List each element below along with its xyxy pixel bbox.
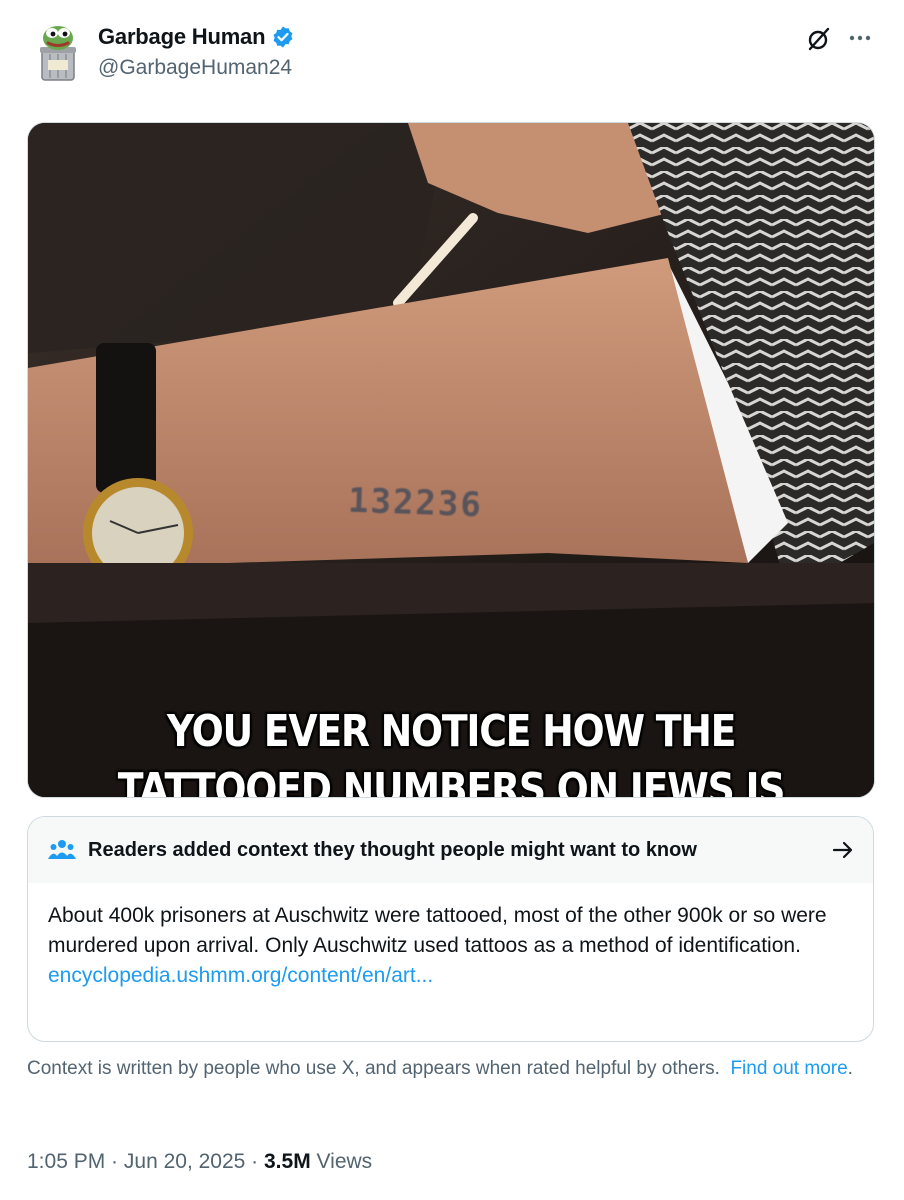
arrow-right-icon[interactable]	[831, 838, 855, 862]
community-note-header[interactable]: Readers added context they thought peopl…	[28, 817, 873, 883]
grok-icon[interactable]	[806, 26, 832, 52]
disclaimer-period: .	[847, 1058, 853, 1079]
verified-badge-icon[interactable]	[271, 25, 295, 49]
people-icon	[48, 838, 76, 862]
find-out-more-link[interactable]: Find out more	[730, 1058, 847, 1079]
meta-separator: ·	[105, 1150, 124, 1173]
community-note-text: About 400k prisoners at Auschwitz were t…	[48, 904, 827, 957]
post-time[interactable]: 1:05 PM	[27, 1150, 105, 1173]
tattoo-number: 132236	[347, 480, 484, 526]
views-count[interactable]: 3.5M	[264, 1150, 311, 1173]
meta-separator: ·	[245, 1150, 264, 1173]
community-note-body: About 400k prisoners at Auschwitz were t…	[28, 883, 873, 991]
community-note[interactable]: Readers added context they thought peopl…	[27, 816, 874, 1042]
community-note-link[interactable]: encyclopedia.ushmm.org/content/en/art...	[48, 961, 853, 991]
views-label: Views	[310, 1150, 373, 1173]
community-note-title: Readers added context they thought peopl…	[88, 838, 697, 861]
more-icon[interactable]	[846, 24, 874, 52]
author-name-row[interactable]: Garbage Human	[98, 24, 295, 50]
disclaimer-text: Context is written by people who use X, …	[27, 1058, 720, 1079]
display-name[interactable]: Garbage Human	[98, 24, 266, 50]
avatar[interactable]	[30, 20, 86, 84]
community-note-disclaimer: Context is written by people who use X, …	[27, 1056, 867, 1081]
post-image[interactable]: 132236 YOU EVER NOTICE HOW THE TATTOOED …	[27, 122, 875, 798]
post-meta: 1:05 PM · Jun 20, 2025 · 3.5M Views	[27, 1150, 372, 1174]
author-handle[interactable]: @GarbageHuman24	[98, 56, 292, 80]
image-caption: YOU EVER NOTICE HOW THE TATTOOED NUMBERS…	[117, 706, 786, 798]
post-date[interactable]: Jun 20, 2025	[124, 1150, 245, 1173]
post: Garbage Human @GarbageHuman24 132236 YOU…	[0, 0, 904, 1200]
